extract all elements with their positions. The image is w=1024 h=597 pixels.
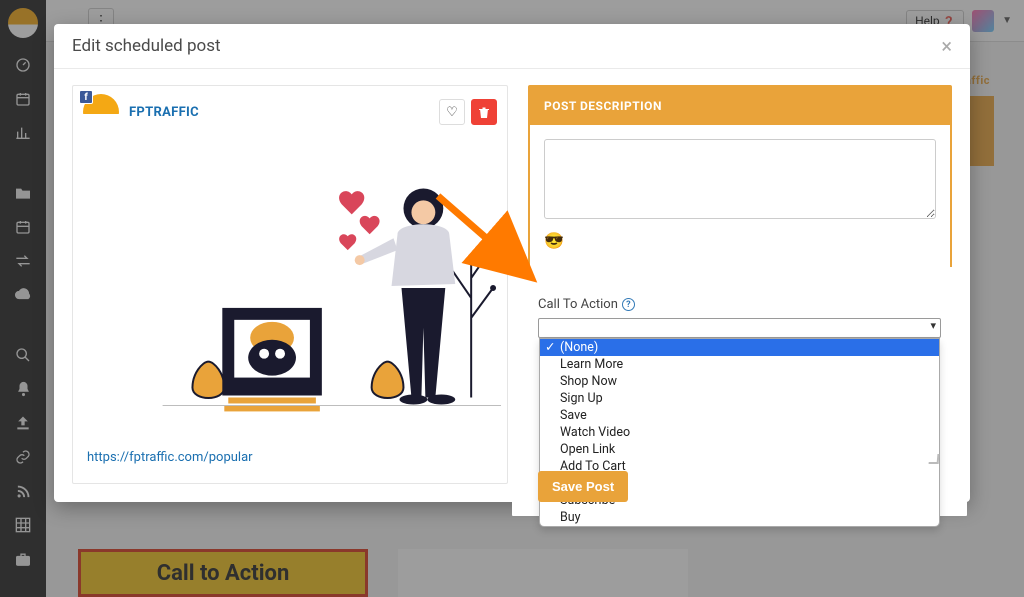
cta-option[interactable]: Sign Up [540, 390, 939, 407]
search-icon[interactable] [0, 338, 46, 372]
calendar-icon[interactable] [0, 210, 46, 244]
favorite-button[interactable]: ♡ [439, 99, 465, 125]
cta-label: Call To Action ? [538, 297, 941, 312]
analytics-icon[interactable] [0, 116, 46, 150]
dashboard-icon[interactable] [0, 48, 46, 82]
post-preview-card: f FPTRAFFIC ♡ [72, 85, 508, 484]
resize-handle-icon [929, 454, 940, 464]
cloud-icon[interactable] [0, 278, 46, 312]
page-name[interactable]: FPTRAFFIC [129, 105, 199, 120]
bg-thumb [398, 549, 688, 597]
modal-title: Edit scheduled post [72, 36, 221, 56]
sidebar [0, 0, 46, 597]
cta-option[interactable]: Save [540, 407, 939, 424]
grid-icon[interactable] [0, 508, 46, 542]
cta-option[interactable]: Shop Now [540, 373, 939, 390]
app-logo [8, 8, 38, 38]
help-icon[interactable]: ? [622, 298, 635, 311]
page-avatar: f [83, 94, 119, 130]
spotlight-region: Call To Action ? (None)Learn MoreShop No… [512, 267, 967, 516]
user-avatar[interactable] [972, 10, 994, 32]
facebook-icon: f [79, 90, 93, 104]
close-icon[interactable]: × [941, 36, 952, 56]
description-input[interactable] [544, 139, 936, 219]
briefcase-icon[interactable] [0, 542, 46, 576]
delete-button[interactable] [471, 99, 497, 125]
post-illustration [73, 138, 507, 436]
save-post-button[interactable]: Save Post [538, 471, 628, 502]
folder-icon[interactable] [0, 176, 46, 210]
cta-option[interactable]: Open Link [540, 441, 939, 458]
link-icon[interactable] [0, 440, 46, 474]
preview-link[interactable]: https://fptraffic.com/popular [73, 436, 507, 483]
cta-option[interactable]: (None) [540, 339, 939, 356]
cta-option[interactable]: Learn More [540, 356, 939, 373]
schedule-icon[interactable] [0, 82, 46, 116]
bg-cta-preview: Call to Action [78, 549, 368, 597]
emoji-picker-button[interactable]: 😎 [544, 231, 936, 250]
rss-icon[interactable] [0, 474, 46, 508]
user-menu-caret[interactable]: ▼ [1002, 15, 1012, 26]
cta-option[interactable]: Buy [540, 509, 939, 526]
form-title: POST DESCRIPTION [530, 87, 950, 125]
upload-icon[interactable] [0, 406, 46, 440]
transfer-icon[interactable] [0, 244, 46, 278]
cta-select[interactable]: (None)Learn MoreShop NowSign UpSaveWatch… [538, 318, 941, 338]
bell-icon[interactable] [0, 372, 46, 406]
cta-option[interactable]: Watch Video [540, 424, 939, 441]
